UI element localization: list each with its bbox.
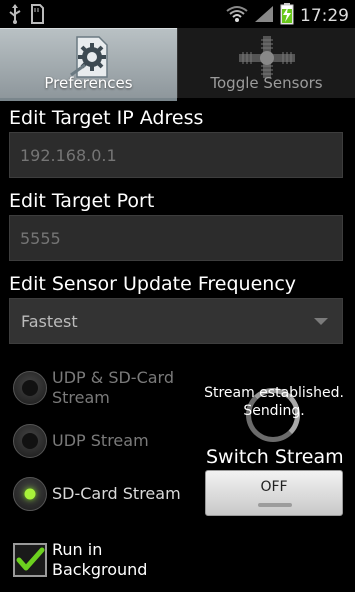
radio-label-udp: UDP Stream [52, 431, 149, 450]
radio-button[interactable] [13, 424, 47, 458]
radio-label-udp-sdcard: UDP & SD-Card Stream [52, 368, 175, 407]
toggle-indicator [258, 503, 292, 507]
radio-sdcard[interactable]: SD-Card Stream [13, 477, 181, 511]
target-ip-field-container [9, 132, 343, 178]
switch-stream-label: Switch Stream [206, 446, 344, 468]
checkmark-icon [16, 547, 45, 571]
radio-button[interactable] [13, 371, 47, 405]
update-frequency-value: Fastest [21, 312, 78, 331]
target-port-field-container [9, 215, 343, 261]
usb-icon [8, 4, 22, 28]
toggle-state-text: OFF [260, 479, 288, 495]
update-frequency-select[interactable]: Fastest [9, 298, 343, 344]
dropdown-arrow-icon [314, 318, 328, 325]
radio-dot [22, 380, 38, 396]
sd-card-icon [30, 4, 44, 28]
radio-dot-checked [24, 488, 36, 500]
stream-status-text: Stream established. Sending. [204, 385, 344, 419]
radio-udp[interactable]: UDP Stream [13, 424, 149, 458]
tab-preferences[interactable]: Preferences [0, 28, 177, 101]
clock: 17:29 [300, 6, 349, 26]
signal-icon [254, 5, 274, 27]
status-bar: 17:29 [0, 0, 355, 28]
radio-dot [22, 433, 38, 449]
tab-toggle-sensors[interactable]: Toggle Sensors [177, 28, 355, 98]
tab-label-toggle-sensors: Toggle Sensors [210, 74, 323, 92]
stream-toggle-button[interactable]: OFF [205, 470, 343, 516]
run-in-background-row[interactable]: Run in Background [13, 540, 172, 580]
target-port-label: Edit Target Port [9, 190, 155, 212]
radio-label-sdcard: SD-Card Stream [52, 484, 181, 503]
tab-label-preferences: Preferences [44, 74, 133, 92]
target-ip-label: Edit Target IP Adress [9, 107, 204, 129]
tab-bar: Preferences Toggle Sensors [0, 28, 355, 101]
radio-udp-sdcard[interactable]: UDP & SD-Card Stream [13, 368, 192, 408]
tab-indicator [0, 98, 177, 101]
run-in-background-label: Run in Background [52, 540, 148, 579]
run-in-background-checkbox[interactable] [13, 543, 47, 577]
target-ip-input[interactable] [10, 133, 342, 177]
update-frequency-label: Edit Sensor Update Frequency [9, 273, 297, 295]
wifi-icon [226, 5, 248, 27]
battery-charging-icon [280, 3, 294, 29]
target-port-input[interactable] [10, 216, 342, 260]
radio-button[interactable] [13, 477, 47, 511]
